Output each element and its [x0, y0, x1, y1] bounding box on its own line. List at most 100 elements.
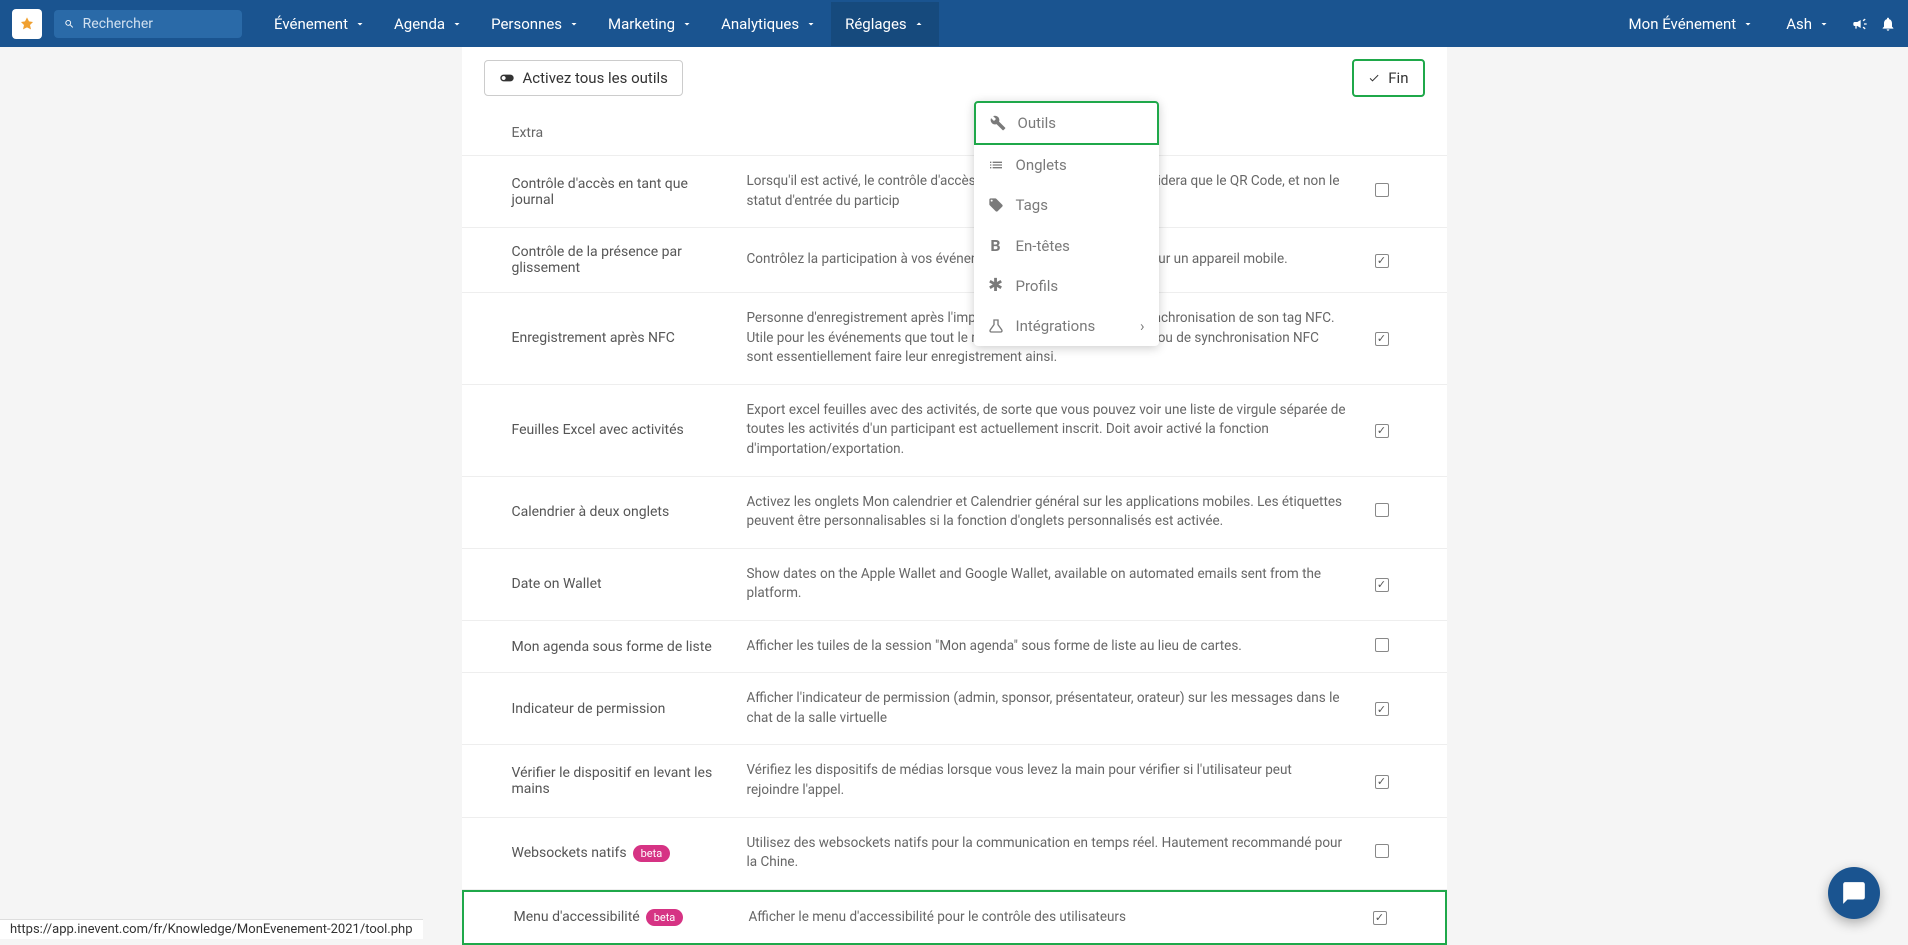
row-checkbox-cell: [1367, 576, 1397, 592]
nav-agenda[interactable]: Agenda: [380, 2, 477, 46]
nav-menu: Événement Agenda Personnes Marketing Ana…: [260, 2, 1619, 46]
section-header: Extra: [462, 109, 1447, 156]
dropdown-integrations[interactable]: Intégrations ›: [974, 306, 1159, 346]
activate-all-button[interactable]: Activez tous les outils: [484, 60, 683, 96]
row-name: Indicateur de permission: [512, 701, 727, 717]
nav-label: Agenda: [394, 15, 445, 33]
dropdown-tags[interactable]: Tags: [974, 185, 1159, 225]
toolbar: Activez tous les outils Fin: [462, 47, 1447, 109]
row-checkbox-cell: [1367, 701, 1397, 717]
chevron-down-icon: [1818, 18, 1830, 30]
logo[interactable]: [12, 9, 42, 39]
row-name: Date on Wallet: [512, 576, 727, 592]
dropdown-label: Outils: [1018, 114, 1057, 132]
row-description: Activez les onglets Mon calendrier et Ca…: [747, 493, 1347, 532]
nav-label: Marketing: [608, 15, 675, 33]
search-box[interactable]: [54, 10, 242, 38]
status-bar: https://app.inevent.com/fr/Knowledge/Mon…: [0, 919, 423, 939]
checkbox[interactable]: [1375, 844, 1389, 858]
chat-button[interactable]: [1828, 867, 1880, 919]
dropdown-label: Onglets: [1016, 156, 1067, 174]
beta-badge: beta: [633, 845, 671, 862]
checkbox[interactable]: [1375, 638, 1389, 652]
dropdown-onglets[interactable]: Onglets: [974, 145, 1159, 185]
table-row: Mon agenda sous forme de listeAfficher l…: [462, 621, 1447, 674]
nav-right: Mon Événement Ash: [1619, 2, 1896, 46]
nav-personnes[interactable]: Personnes: [477, 2, 594, 46]
user-menu[interactable]: Ash: [1776, 2, 1840, 46]
done-label: Fin: [1388, 69, 1408, 87]
content: Activez tous les outils Fin Outils Ongle…: [462, 47, 1447, 945]
nav-label: Personnes: [491, 15, 562, 33]
bold-icon: B: [988, 236, 1004, 255]
chat-icon: [1841, 880, 1867, 906]
row-description: Vérifiez les dispositifs de médias lorsq…: [747, 761, 1347, 800]
row-name: Websockets natifsbeta: [512, 845, 727, 862]
rows-container: Contrôle d'accès en tant que journalLors…: [462, 156, 1447, 945]
status-url: https://app.inevent.com/fr/Knowledge/Mon…: [10, 922, 413, 937]
table-row: Vérifier le dispositif en levant les mai…: [462, 745, 1447, 817]
row-description: Show dates on the Apple Wallet and Googl…: [747, 565, 1347, 604]
checkbox[interactable]: [1375, 332, 1389, 346]
toggle-icon: [499, 70, 515, 86]
checkbox[interactable]: [1375, 775, 1389, 789]
row-description: Export excel feuilles avec des activités…: [747, 401, 1347, 460]
nav-analytiques[interactable]: Analytiques: [707, 2, 831, 46]
logo-icon: [19, 16, 35, 32]
table-row: Indicateur de permission Afficher l'indic…: [462, 673, 1447, 745]
done-button[interactable]: Fin: [1352, 59, 1424, 97]
checkbox[interactable]: [1375, 254, 1389, 268]
check-icon: [1368, 72, 1380, 84]
row-name: Menu d'accessibilitébeta: [514, 909, 729, 926]
table-row: Feuilles Excel avec activités Export exce…: [462, 385, 1447, 477]
row-description: Afficher l'indicateur de permission (adm…: [747, 689, 1347, 728]
chevron-down-icon: [451, 18, 463, 30]
bell-icon[interactable]: [1880, 16, 1896, 32]
settings-dropdown: Outils Onglets Tags B En-têtes ✱ Profils…: [974, 101, 1159, 346]
nav-reglages[interactable]: Réglages: [831, 2, 939, 46]
row-name: Calendrier à deux onglets: [512, 504, 727, 520]
search-input[interactable]: [83, 16, 232, 32]
table-row: Enregistrement après NFCPersonne d'enreg…: [462, 293, 1447, 385]
dropdown-profils[interactable]: ✱ Profils: [974, 266, 1159, 306]
table-row: Websockets natifsbeta Utilisez des websoc…: [462, 818, 1447, 890]
nav-label: Analytiques: [721, 15, 799, 33]
megaphone-icon[interactable]: [1852, 16, 1868, 32]
checkbox[interactable]: [1375, 424, 1389, 438]
dropdown-entetes[interactable]: B En-têtes: [974, 225, 1159, 266]
chevron-up-icon: [913, 18, 925, 30]
wrench-icon: [990, 115, 1006, 131]
chevron-down-icon: [681, 18, 693, 30]
beta-badge: beta: [646, 909, 684, 926]
dropdown-outils[interactable]: Outils: [974, 101, 1159, 145]
topbar: Événement Agenda Personnes Marketing Ana…: [0, 0, 1908, 47]
row-checkbox-cell: [1367, 638, 1397, 656]
nav-evenement[interactable]: Événement: [260, 2, 380, 46]
row-checkbox-cell: [1365, 909, 1395, 925]
row-description: Utilisez des websockets natifs pour la c…: [747, 834, 1347, 873]
checkbox[interactable]: [1375, 702, 1389, 716]
chevron-right-icon: ›: [1140, 317, 1145, 335]
chevron-down-icon: [1742, 18, 1754, 30]
dropdown-label: Tags: [1016, 196, 1048, 214]
checkbox[interactable]: [1373, 911, 1387, 925]
activate-label: Activez tous les outils: [523, 69, 668, 87]
row-name: Enregistrement après NFC: [512, 330, 727, 346]
row-checkbox-cell: [1367, 773, 1397, 789]
row-name: Mon agenda sous forme de liste: [512, 639, 727, 655]
dropdown-label: Profils: [1016, 277, 1059, 295]
search-icon: [64, 18, 75, 30]
chevron-down-icon: [568, 18, 580, 30]
checkbox[interactable]: [1375, 578, 1389, 592]
dropdown-label: Intégrations: [1016, 317, 1096, 335]
nav-marketing[interactable]: Marketing: [594, 2, 707, 46]
checkbox[interactable]: [1375, 183, 1389, 197]
chevron-down-icon: [805, 18, 817, 30]
user-label: Ash: [1786, 15, 1812, 33]
chevron-down-icon: [354, 18, 366, 30]
table-row: Contrôle d'accès en tant que journalLors…: [462, 156, 1447, 228]
row-name: Feuilles Excel avec activités: [512, 422, 727, 438]
row-checkbox-cell: [1367, 330, 1397, 346]
checkbox[interactable]: [1375, 503, 1389, 517]
event-selector[interactable]: Mon Événement: [1619, 2, 1765, 46]
